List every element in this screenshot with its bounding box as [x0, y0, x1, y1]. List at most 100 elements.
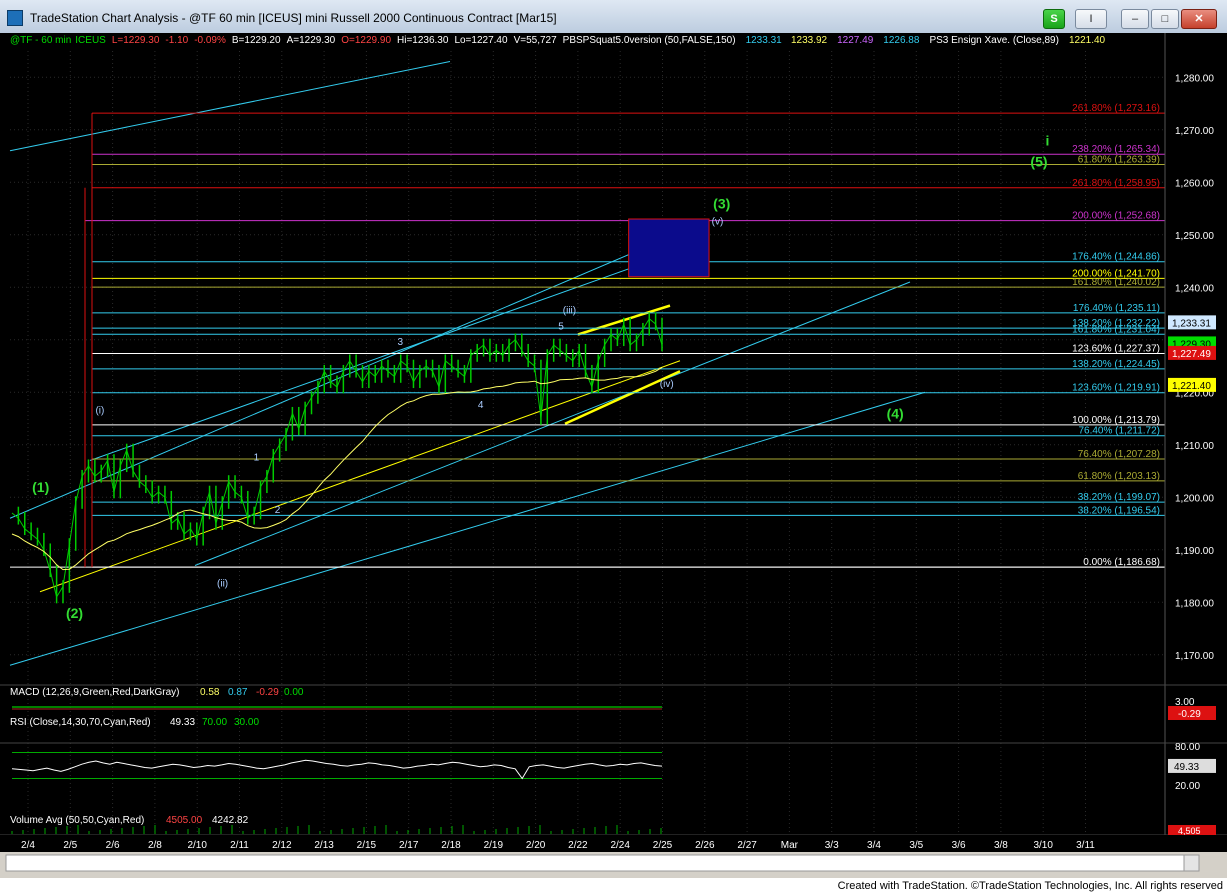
x-tick-label: 2/24 [610, 840, 630, 851]
x-tick-label: 3/6 [952, 840, 966, 851]
x-tick-label: 2/11 [230, 840, 249, 851]
wave-label: (v) [712, 216, 724, 227]
rsi-value: 30.00 [234, 717, 259, 728]
fib-level-label: 161.80% (1,231.04) [1072, 324, 1160, 335]
window-title: TradeStation Chart Analysis - @TF 60 min… [30, 11, 557, 25]
wave-label: (ii) [217, 579, 228, 590]
x-tick-label: 2/15 [357, 840, 377, 851]
fib-level-label: 0.00% (1,186.68) [1083, 557, 1160, 568]
y-tick-label: 1,250.00 [1175, 231, 1214, 242]
chart-window: TradeStation Chart Analysis - @TF 60 min… [0, 0, 1227, 878]
fib-level-label: 261.80% (1,258.95) [1072, 178, 1160, 189]
wave-label: (5) [1030, 154, 1047, 170]
wave-label: (1) [32, 479, 49, 495]
volume-label: Volume Avg (50,50,Cyan,Red) [10, 815, 144, 826]
rsi-value: 70.00 [202, 717, 227, 728]
macd-label: MACD (12,26,9,Green,Red,DarkGray) [10, 687, 180, 698]
fib-level-label: 123.60% (1,219.91) [1072, 383, 1160, 394]
fib-level-label: 61.80% (1,203.13) [1078, 471, 1160, 482]
volume-value: 4505.00 [166, 815, 203, 826]
x-tick-label: 2/25 [653, 840, 673, 851]
i-button[interactable]: I [1075, 9, 1107, 29]
x-tick-label: 2/6 [106, 840, 120, 851]
wave-label: (3) [713, 196, 730, 212]
fib-level-label: 76.40% (1,207.28) [1078, 449, 1160, 460]
wave-label: 2 [275, 505, 281, 516]
rsi-tick: 80.00 [1175, 742, 1200, 753]
macd-tag-label: -0.29 [1178, 709, 1201, 720]
macd-value: 0.00 [284, 687, 304, 698]
x-tick-label: 3/11 [1076, 840, 1095, 851]
x-tick-label: 2/22 [568, 840, 588, 851]
x-tick-label: Mar [781, 840, 799, 851]
y-tick-label: 1,240.00 [1175, 283, 1214, 294]
volume-value: 4242.82 [212, 815, 249, 826]
x-tick-label: 2/8 [148, 840, 162, 851]
footer-credit: Created with TradeStation. ©TradeStation… [837, 880, 1223, 892]
x-tick-label: 2/13 [314, 840, 334, 851]
wave-label: (4) [887, 406, 904, 422]
x-tick-label: 3/3 [825, 840, 839, 851]
wave-label: 3 [397, 337, 403, 348]
fib-level-label: 100.00% (1,213.79) [1072, 415, 1160, 426]
y-tick-label: 1,170.00 [1175, 651, 1214, 662]
x-tick-label: 2/27 [737, 840, 757, 851]
rsi-label: RSI (Close,14,30,70,Cyan,Red) [10, 717, 151, 728]
wave-label: (iii) [563, 306, 576, 317]
fib-level-label: 61.80% (1,263.39) [1078, 154, 1160, 165]
y-tick-label: 1,200.00 [1175, 493, 1214, 504]
x-tick-label: 2/12 [272, 840, 292, 851]
wave-label: i [1045, 133, 1049, 149]
price-tag-label: 1,233.31 [1172, 318, 1211, 329]
tradestation-icon [7, 10, 23, 26]
wave-label: 5 [558, 321, 564, 332]
fib-level-label: 123.60% (1,227.37) [1072, 344, 1160, 355]
wave-label: (2) [66, 605, 83, 621]
macd-value: -0.29 [256, 687, 279, 698]
fib-level-label: 161.80% (1,240.02) [1072, 277, 1160, 288]
x-tick-label: 2/4 [21, 840, 35, 851]
x-tick-label: 3/8 [994, 840, 1008, 851]
price-chart[interactable]: @TF - 60 min ICEUS L=1229.30 -1.10 -0.09% B=1… [0, 33, 1227, 878]
fib-level-label: 76.40% (1,211.72) [1078, 426, 1160, 437]
x-tick-label: 2/10 [187, 840, 207, 851]
wave-label: 4 [478, 400, 484, 411]
y-tick-label: 1,180.00 [1175, 598, 1214, 609]
fib-level-label: 176.40% (1,235.11) [1073, 303, 1160, 314]
x-tick-label: 2/20 [526, 840, 546, 851]
x-tick-label: 3/10 [1033, 840, 1053, 851]
y-tick-label: 1,190.00 [1175, 546, 1214, 557]
fib-level-label: 38.20% (1,199.07) [1078, 492, 1160, 503]
wave-label: 1 [254, 453, 260, 464]
fib-level-label: 38.20% (1,196.54) [1078, 505, 1160, 516]
price-tag-label: 1,221.40 [1172, 381, 1211, 392]
x-tick-label: 2/26 [695, 840, 715, 851]
x-tick-label: 3/5 [909, 840, 923, 851]
s-button[interactable]: S [1043, 9, 1065, 29]
scrollbar-thumb [1183, 854, 1200, 872]
horizontal-scrollbar [5, 854, 1200, 872]
x-tick-label: 2/17 [399, 840, 419, 851]
fib-level-label: 138.20% (1,224.45) [1072, 359, 1160, 370]
fib-level-label: 176.40% (1,244.86) [1072, 252, 1160, 263]
y-tick-label: 1,210.00 [1175, 441, 1214, 452]
wave-label: (i) [95, 405, 104, 416]
target-zone-box [628, 218, 710, 278]
close-button[interactable]: ✕ [1181, 9, 1217, 29]
minimize-button[interactable]: – [1121, 9, 1149, 29]
y-tick-label: 1,270.00 [1175, 126, 1214, 137]
y-tick-label: 1,260.00 [1175, 178, 1214, 189]
title-bar: TradeStation Chart Analysis - @TF 60 min… [0, 0, 1227, 34]
wave-label: (iv) [660, 379, 674, 390]
fib-level-label: 200.00% (1,252.68) [1072, 211, 1160, 222]
x-tick-label: 2/5 [63, 840, 77, 851]
fib-level-label: 261.80% (1,273.16) [1072, 103, 1160, 114]
x-tick-label: 2/18 [441, 840, 461, 851]
x-tick-label: 2/19 [484, 840, 504, 851]
maximize-button[interactable]: □ [1151, 9, 1179, 29]
x-tick-label: 3/4 [867, 840, 881, 851]
rsi-value: 49.33 [170, 717, 195, 728]
macd-value: 0.58 [200, 687, 220, 698]
price-tag-label: 1,227.49 [1172, 349, 1211, 360]
macd-value: 0.87 [228, 687, 248, 698]
